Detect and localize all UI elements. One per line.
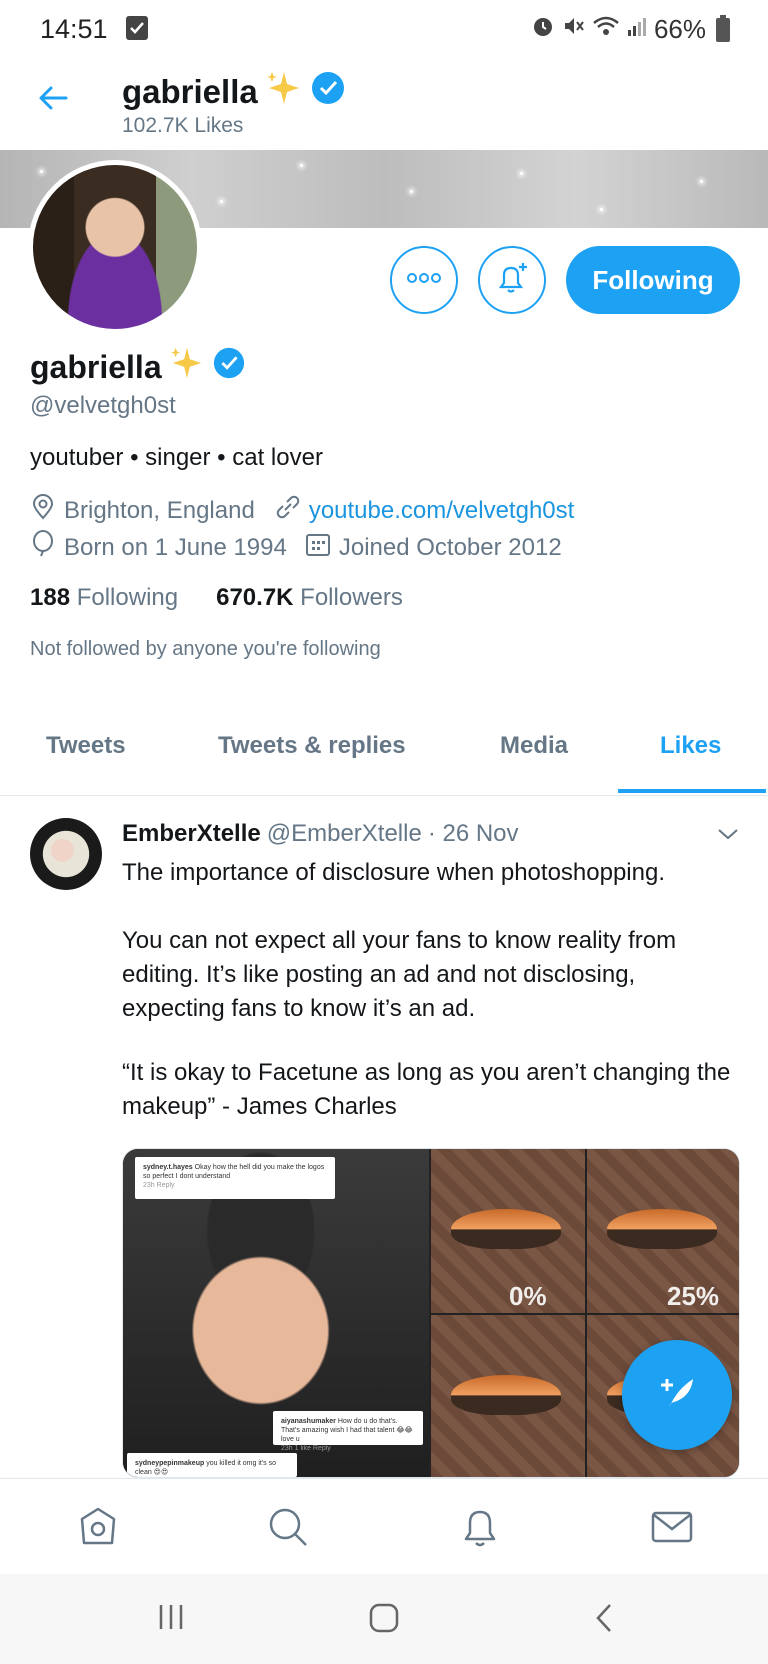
joined-text: Joined October 2012 [338, 533, 562, 561]
followers-count-link[interactable]: 670.7K Followers [216, 584, 403, 612]
status-icons: 66% [530, 14, 730, 45]
header-title: gabriella [122, 68, 346, 116]
search-icon[interactable] [266, 1505, 310, 1554]
system-navigation-bar [0, 1574, 768, 1664]
tab-tweets-replies[interactable]: Tweets & replies [218, 732, 406, 760]
followers-label: Followers [300, 584, 403, 611]
banner-sparkle [600, 208, 603, 211]
tweet-text-paragraph: You can not expect all your fans to know… [122, 927, 677, 1022]
comment-meta: 23h 1 like Reply [281, 1445, 331, 1452]
mute-icon [562, 14, 586, 45]
chevron-down-icon[interactable] [716, 826, 740, 847]
battery-percent: 66% [653, 14, 706, 44]
website-link[interactable]: youtube.com/velvetgh0st [309, 497, 575, 525]
profile-meta-row: Born on 1 June 1994 Joined October 2012 [30, 530, 580, 565]
profile-meta-row: Brighton, England youtube.com/velvetgh0s… [30, 494, 592, 527]
status-bar: 14:51 66% [0, 0, 768, 58]
compose-icon [653, 1369, 701, 1422]
home-icon[interactable] [76, 1505, 120, 1554]
comment-meta: 23h Reply [143, 1182, 175, 1189]
profile-header: gabriella 102.7K Likes [0, 58, 768, 150]
wifi-icon [592, 14, 620, 45]
not-followed-note: Not followed by anyone you're following [30, 638, 381, 660]
status-time: 14:51 [40, 14, 108, 44]
header-name-text: gabriella [122, 73, 258, 110]
tweet-author-avatar[interactable] [30, 818, 102, 890]
bottom-navigation [0, 1478, 768, 1574]
media-comment-card: sydney.t.hayes Okay how the hell did you… [135, 1157, 335, 1199]
tab-tweets[interactable]: Tweets [46, 732, 126, 760]
mail-icon[interactable] [650, 1505, 694, 1554]
tweet-date: · 26 Nov [427, 820, 519, 847]
sparkles-icon [168, 344, 206, 390]
location-icon [30, 494, 56, 527]
avatar-image [33, 165, 197, 329]
joined-item: Joined October 2012 [305, 531, 562, 564]
sparkles-icon [264, 68, 304, 116]
tab-likes[interactable]: Likes [660, 732, 721, 760]
recents-icon[interactable] [156, 1602, 186, 1637]
tweet-author-name[interactable]: EmberXtelle [122, 820, 261, 848]
profile-tabs: Tweets Tweets & replies Media Likes [0, 712, 768, 796]
more-options-button[interactable] [390, 246, 458, 314]
notifications-toggle-button[interactable] [478, 246, 546, 314]
calendar-icon [305, 531, 331, 564]
profile-name: gabriella [30, 344, 246, 390]
banner-sparkle [40, 170, 43, 173]
compose-tweet-button[interactable] [622, 1340, 732, 1450]
more-icon [406, 271, 442, 289]
profile-name-text: gabriella [30, 348, 162, 385]
location-item: Brighton, England [30, 494, 255, 527]
banner-sparkle [410, 190, 413, 193]
following-count-link[interactable]: 188 Following [30, 584, 178, 612]
system-home-icon[interactable] [368, 1602, 400, 1639]
makeup-eye-image [431, 1149, 585, 1313]
following-label: Following [76, 584, 179, 611]
profile-bio: youtuber • singer • cat lover [30, 444, 323, 471]
media-comment-card: aiyanashumaker How do u do that's. That'… [273, 1411, 423, 1452]
makeup-eye-image [431, 1315, 585, 1477]
banner-sparkle [300, 164, 303, 167]
tab-media[interactable]: Media [500, 732, 568, 760]
tweet-text-quote: “It is okay to Facetune as long as you a… [122, 1059, 731, 1120]
active-tab-indicator [618, 789, 766, 793]
website-item[interactable]: youtube.com/velvetgh0st [273, 494, 575, 527]
media-label: 25% [667, 1281, 720, 1311]
media-label: 0% [509, 1281, 547, 1311]
verified-badge-icon [212, 346, 246, 388]
signal-icon [626, 14, 648, 45]
birthday-text: Born on 1 June 1994 [64, 533, 287, 561]
following-count: 188 [30, 584, 71, 611]
bell-plus-icon [493, 259, 531, 302]
profile-handle: @velvetgh0st [30, 392, 176, 419]
system-back-icon[interactable] [592, 1602, 616, 1639]
comment-user: sydneypepinmakeup [135, 1460, 205, 1467]
bell-icon[interactable] [458, 1505, 502, 1554]
banner-sparkle [700, 180, 703, 183]
profile-avatar[interactable] [28, 160, 202, 334]
back-arrow-icon[interactable] [36, 84, 70, 117]
media-comment-card: sydneypepinmakeup you killed it omg it's… [127, 1453, 297, 1477]
followers-count: 670.7K [216, 584, 294, 611]
alarm-icon [530, 14, 556, 45]
header-likes: 102.7K Likes [122, 114, 244, 137]
following-button[interactable]: Following [566, 246, 740, 314]
tweet-author-handle: @EmberXtelle [266, 820, 422, 847]
comment-user: aiyanashumaker [281, 1418, 336, 1425]
battery-icon [716, 14, 730, 42]
tweet-header: EmberXtelle @EmberXtelle · 26 Nov [122, 820, 519, 848]
tweet-text-line: The importance of disclosure when photos… [122, 859, 665, 886]
media-image-left[interactable]: sydney.t.hayes Okay how the hell did you… [123, 1149, 429, 1477]
notification-check-icon [126, 16, 148, 40]
banner-sparkle [520, 172, 523, 175]
follow-counts: 188 Following 670.7K Followers [30, 584, 403, 612]
comment-user: sydney.t.hayes [143, 1164, 193, 1171]
link-icon [273, 494, 301, 527]
balloon-icon [30, 530, 56, 565]
location-text: Brighton, England [64, 496, 255, 524]
verified-badge-icon [310, 70, 346, 114]
birthday-item: Born on 1 June 1994 [30, 530, 287, 565]
banner-sparkle [220, 200, 223, 203]
